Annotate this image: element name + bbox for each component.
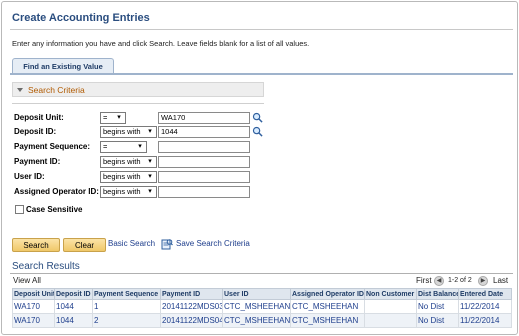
table-cell[interactable]: 20141122MDS03 [160,299,223,314]
case-sensitive-checkbox[interactable] [15,205,24,214]
clear-button[interactable]: Clear [63,238,106,252]
column-header[interactable]: Non Customer [364,288,417,300]
field-row-user-id: User ID: begins with ▾ [12,171,272,184]
column-header[interactable]: Deposit Unit [12,288,55,300]
payment-sequence-operator-value: = [103,142,108,151]
payment-sequence-label: Payment Sequence: [14,142,91,151]
table-cell[interactable]: WA170 [12,313,55,328]
deposit-unit-input[interactable]: WA170 [158,112,250,124]
field-row-deposit-unit: Deposit Unit: = ▾ WA170 [12,112,272,125]
search-results-title: Search Results [12,261,80,272]
next-page-icon[interactable]: ▶ [478,276,488,286]
column-header[interactable]: Payment ID [160,288,223,300]
last-label[interactable]: Last [493,276,508,285]
field-row-payment-sequence: Payment Sequence: = ▾ [12,141,272,154]
table-cell[interactable]: 11/22/2014 [458,313,512,328]
assigned-operator-id-operator-value: begins with [103,187,141,196]
search-results-table: Deposit Unit Deposit ID Payment Sequence… [12,288,512,328]
column-header[interactable]: Assigned Operator ID [290,288,365,300]
table-row[interactable]: WA170 1044 1 20141122MDS03 CTC_MSHEEHAN … [12,299,512,314]
assigned-operator-id-input[interactable] [158,186,250,198]
table-cell[interactable]: 1044 [54,313,93,328]
payment-sequence-operator-select[interactable]: = ▾ [100,141,147,153]
previous-page-icon[interactable]: ◀ [434,276,444,286]
deposit-id-label: Deposit ID: [14,127,57,136]
column-header[interactable]: Dist Balanced [416,288,459,300]
table-cell[interactable]: No Dist [416,313,459,328]
search-criteria-label: Search Criteria [28,84,85,95]
deposit-unit-operator-select[interactable]: = ▾ [100,112,126,124]
payment-id-operator-select[interactable]: begins with ▾ [100,156,157,168]
table-cell[interactable]: WA170 [12,299,55,314]
field-row-payment-id: Payment ID: begins with ▾ [12,156,272,169]
chevron-down-icon: ▾ [138,143,142,150]
field-row-assigned-operator-id: Assigned Operator ID: begins with ▾ [12,186,272,199]
table-cell[interactable]: 1 [92,299,161,314]
assigned-operator-id-operator-select[interactable]: begins with ▾ [100,186,157,198]
table-header-row: Deposit Unit Deposit ID Payment Sequence… [12,288,512,300]
table-cell[interactable]: 1044 [54,299,93,314]
tab-find-existing-value[interactable]: Find an Existing Value [12,58,114,73]
table-cell[interactable] [364,299,417,314]
deposit-id-input[interactable]: 1044 [158,126,250,138]
table-cell[interactable]: 11/22/2014 [458,299,512,314]
criteria-divider [12,103,264,104]
deposit-unit-operator-value: = [103,113,108,122]
chevron-down-icon: ▾ [148,188,152,195]
deposit-unit-label: Deposit Unit: [14,113,64,122]
deposit-id-operator-value: begins with [103,127,141,136]
user-id-label: User ID: [14,172,45,181]
results-divider [10,273,513,274]
view-all-link[interactable]: View All [13,276,41,285]
payment-sequence-input[interactable] [158,141,250,153]
column-header[interactable]: Deposit ID [54,288,93,300]
table-cell[interactable]: 20141122MDS04 [160,313,223,328]
case-sensitive-label: Case Sensitive [26,205,83,214]
payment-id-label: Payment ID: [14,157,61,166]
triangle-down-icon [17,87,23,92]
table-cell[interactable]: CTC_MSHEEHAN [222,313,291,328]
table-cell[interactable]: No Dist [416,299,459,314]
table-cell[interactable] [364,313,417,328]
payment-id-operator-value: begins with [103,157,141,166]
magnifier-icon[interactable] [252,112,263,123]
basic-search-link[interactable]: Basic Search [108,239,155,248]
deposit-id-operator-select[interactable]: begins with ▾ [100,126,157,138]
title-divider [10,29,513,30]
table-cell[interactable]: 2 [92,313,161,328]
page-frame: Create Accounting Entries Enter any info… [1,1,518,335]
payment-id-input[interactable] [158,156,250,168]
save-search-criteria-link[interactable]: Save Search Criteria [176,239,250,248]
table-cell[interactable]: CTC_MSHEEHAN [290,313,365,328]
table-row[interactable]: WA170 1044 2 20141122MDS04 CTC_MSHEEHAN … [12,313,512,328]
table-cell[interactable]: CTC_MSHEEHAN [290,299,365,314]
page-range: 1-2 of 2 [448,277,472,284]
user-id-operator-select[interactable]: begins with ▾ [100,171,157,183]
column-header[interactable]: Payment Sequence [92,288,161,300]
user-id-operator-value: begins with [103,172,141,181]
table-cell[interactable]: CTC_MSHEEHAN [222,299,291,314]
chevron-down-icon: ▾ [117,114,121,121]
magnifier-icon[interactable] [252,126,263,137]
column-header[interactable]: Entered Date [458,288,512,300]
save-search-icon[interactable] [161,238,173,250]
chevron-down-icon: ▾ [148,128,152,135]
column-header[interactable]: User ID [222,288,291,300]
field-row-deposit-id: Deposit ID: begins with ▾ 1044 [12,126,272,139]
search-button[interactable]: Search [12,238,60,252]
chevron-down-icon: ▾ [148,158,152,165]
first-label[interactable]: First [416,276,432,285]
page-title: Create Accounting Entries [12,12,150,24]
user-id-input[interactable] [158,171,250,183]
chevron-down-icon: ▾ [148,173,152,180]
assigned-operator-id-label: Assigned Operator ID: [14,187,99,196]
tab-divider [10,73,513,75]
search-criteria-header[interactable]: Search Criteria [12,82,264,97]
instructions-text: Enter any information you have and click… [12,39,310,48]
